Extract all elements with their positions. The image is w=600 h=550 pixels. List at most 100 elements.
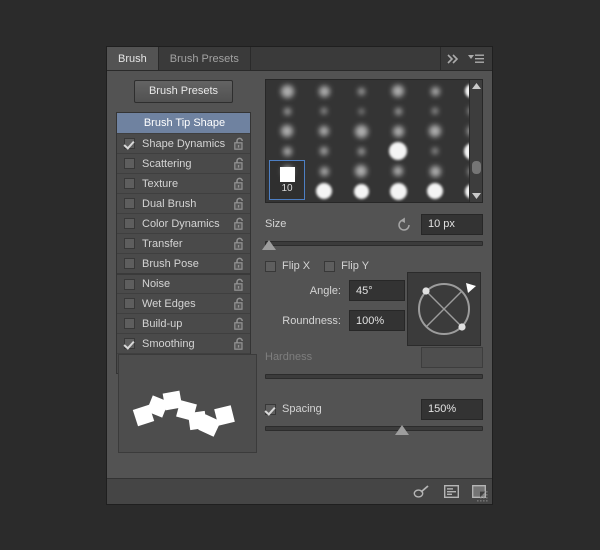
brush-option-shape-dynamics[interactable]: Shape Dynamics bbox=[117, 133, 250, 153]
brush-option-checkbox-shape-dynamics[interactable] bbox=[124, 138, 135, 149]
scrollbar-track[interactable] bbox=[470, 92, 482, 190]
brush-option-checkbox-brush-pose[interactable] bbox=[124, 258, 135, 269]
lock-open-icon[interactable] bbox=[234, 177, 245, 190]
brush-option-checkbox-transfer[interactable] bbox=[124, 238, 135, 249]
brush-thumbnail[interactable] bbox=[454, 182, 469, 202]
brush-option-label: Color Dynamics bbox=[142, 217, 220, 230]
tab-brush-label: Brush bbox=[118, 52, 147, 65]
brush-option-checkbox-dual-brush[interactable] bbox=[124, 198, 135, 209]
create-new-brush-preset-icon[interactable] bbox=[443, 484, 460, 499]
brush-option-checkbox-color-dynamics[interactable] bbox=[124, 218, 135, 229]
brush-thumbnail-dot bbox=[394, 107, 402, 115]
brush-option-color-dynamics[interactable]: Color Dynamics bbox=[117, 213, 250, 233]
brush-thumbnail[interactable] bbox=[380, 182, 416, 202]
lock-open-icon[interactable] bbox=[234, 217, 245, 230]
brush-thumbnail[interactable] bbox=[417, 182, 453, 202]
angle-roundness-dial[interactable] bbox=[407, 272, 481, 346]
hardness-slider bbox=[265, 371, 483, 384]
tab-brush[interactable]: Brush bbox=[107, 47, 159, 70]
flip-y-checkbox-box[interactable] bbox=[324, 260, 336, 272]
scroll-down-arrow-icon[interactable] bbox=[471, 190, 481, 202]
lock-open-icon[interactable] bbox=[234, 197, 245, 210]
brush-thumbnail-grid[interactable]: 10 bbox=[266, 80, 469, 202]
brush-thumbnail-dot bbox=[393, 166, 403, 176]
brush-option-transfer[interactable]: Transfer bbox=[117, 233, 250, 253]
brush-thumbnail[interactable] bbox=[343, 182, 379, 202]
brush-option-noise[interactable]: Noise bbox=[117, 273, 250, 293]
panel-menu-icon[interactable] bbox=[468, 54, 484, 64]
brush-thumbnail-dot bbox=[320, 147, 328, 155]
spacing-slider-knob[interactable] bbox=[395, 425, 410, 435]
brush-option-header-brush-tip-shape[interactable]: Brush Tip Shape bbox=[117, 113, 250, 133]
flip-y-checkbox[interactable]: Flip Y bbox=[324, 260, 369, 272]
brush-thumbnail-dot bbox=[283, 107, 291, 115]
spacing-checkbox[interactable]: Spacing bbox=[265, 403, 322, 415]
brush-option-checkbox-texture[interactable] bbox=[124, 178, 135, 189]
spacing-label: Spacing bbox=[282, 403, 322, 415]
brush-option-header-label: Brush Tip Shape bbox=[143, 117, 226, 129]
brush-option-checkbox-wet-edges[interactable] bbox=[124, 298, 135, 309]
angle-roundness-area: Angle: 45° Roundness: 100% bbox=[265, 272, 483, 346]
brush-thumbnail-dot bbox=[319, 166, 329, 176]
scroll-up-arrow-icon[interactable] bbox=[471, 80, 481, 92]
brush-option-checkbox-build-up[interactable] bbox=[124, 318, 135, 329]
lock-open-icon[interactable] bbox=[234, 317, 245, 330]
brush-option-checkbox-noise[interactable] bbox=[124, 278, 135, 290]
brush-option-label: Brush Pose bbox=[142, 257, 199, 270]
lock-open-icon[interactable] bbox=[234, 237, 245, 250]
flip-y-label: Flip Y bbox=[341, 260, 370, 272]
brush-thumbnail-grid-wrap: 10 bbox=[265, 79, 483, 203]
size-label: Size bbox=[265, 218, 287, 230]
spacing-slider-track bbox=[265, 426, 483, 431]
size-slider-knob[interactable] bbox=[262, 240, 277, 250]
spacing-row: Spacing 150% bbox=[265, 398, 483, 420]
brush-option-texture[interactable]: Texture bbox=[117, 173, 250, 193]
toggle-brush-settings-icon[interactable] bbox=[413, 484, 431, 499]
brush-option-dual-brush[interactable]: Dual Brush bbox=[117, 193, 250, 213]
brush-thumbnail[interactable] bbox=[306, 182, 342, 202]
brush-presets-button[interactable]: Brush Presets bbox=[133, 80, 234, 103]
lock-open-icon[interactable] bbox=[234, 257, 245, 270]
brush-option-label: Dual Brush bbox=[142, 197, 197, 210]
brush-thumbnail-dot bbox=[281, 165, 293, 177]
angle-value-field[interactable]: 45° bbox=[349, 280, 405, 301]
lock-open-icon[interactable] bbox=[234, 337, 245, 350]
tab-brush-presets[interactable]: Brush Presets bbox=[159, 47, 251, 70]
brush-option-scattering[interactable]: Scattering bbox=[117, 153, 250, 173]
flip-x-checkbox[interactable]: Flip X bbox=[265, 260, 310, 272]
angle-roundness-fields: Angle: 45° Roundness: 100% bbox=[265, 272, 407, 346]
lock-open-icon[interactable] bbox=[234, 278, 245, 291]
brush-option-checkbox-smoothing[interactable] bbox=[124, 338, 135, 349]
resize-grip-icon[interactable] bbox=[477, 490, 489, 502]
spacing-slider[interactable] bbox=[265, 423, 483, 436]
brush-thumbnail-dot bbox=[319, 126, 329, 136]
flip-x-checkbox-box[interactable] bbox=[265, 260, 276, 272]
brush-thumbnail-dot bbox=[357, 147, 365, 155]
brush-option-checkbox-scattering[interactable] bbox=[124, 158, 135, 169]
brush-option-label: Shape Dynamics bbox=[142, 137, 226, 150]
brush-thumbnail[interactable] bbox=[269, 162, 305, 198]
brush-grid-scrollbar[interactable] bbox=[469, 80, 482, 202]
lock-open-icon[interactable] bbox=[234, 297, 245, 310]
scrollbar-thumb[interactable] bbox=[472, 161, 481, 174]
brush-panel: Brush Brush Presets Brush Presets Brush … bbox=[106, 46, 493, 505]
brush-thumbnail-dot bbox=[358, 108, 364, 114]
size-value-field[interactable]: 10 px bbox=[421, 213, 483, 235]
brush-tip-settings-column: 10 Size 10 px Flip X Flip Y Angle: 45° R… bbox=[260, 71, 492, 478]
reset-size-icon[interactable] bbox=[397, 217, 412, 231]
spacing-value-field[interactable]: 150% bbox=[421, 398, 483, 420]
angle-label: Angle: bbox=[309, 284, 341, 297]
size-slider[interactable] bbox=[262, 238, 483, 251]
collapse-double-arrow-icon[interactable] bbox=[447, 53, 461, 64]
size-row: Size 10 px bbox=[265, 213, 483, 235]
spacing-checkbox-box[interactable] bbox=[265, 403, 276, 415]
brush-option-smoothing[interactable]: Smoothing bbox=[117, 333, 250, 353]
brush-option-wet-edges[interactable]: Wet Edges bbox=[117, 293, 250, 313]
lock-open-icon[interactable] bbox=[234, 157, 245, 170]
lock-open-icon[interactable] bbox=[234, 137, 245, 150]
brush-thumbnail-dot bbox=[429, 165, 441, 177]
brush-option-build-up[interactable]: Build-up bbox=[117, 313, 250, 333]
brush-thumbnail-dot bbox=[392, 125, 404, 137]
brush-option-brush-pose[interactable]: Brush Pose bbox=[117, 253, 250, 273]
roundness-value-field[interactable]: 100% bbox=[349, 310, 405, 331]
